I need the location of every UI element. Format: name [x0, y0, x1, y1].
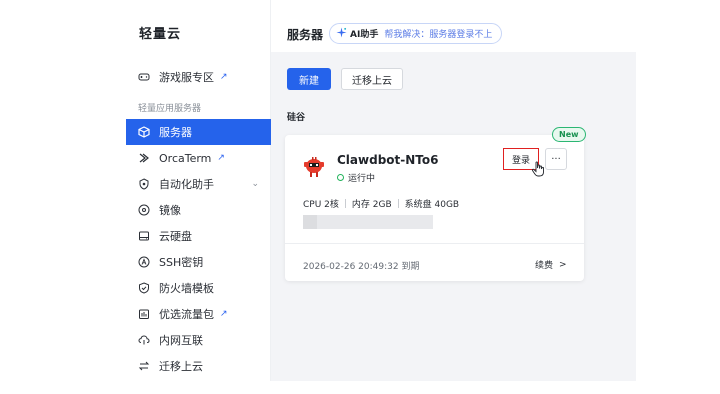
cube-icon	[138, 126, 150, 138]
network-icon	[138, 334, 150, 346]
disc-icon	[138, 204, 150, 216]
status-running-icon	[337, 174, 344, 181]
package-icon	[138, 308, 150, 320]
sidebar-item-label: 优选流量包	[159, 308, 214, 321]
redacted-ip	[303, 215, 433, 229]
key-icon	[138, 256, 150, 268]
ai-assistant-button[interactable]: AI助手 帮我解决：服务器登录不上	[329, 23, 503, 44]
spec-divider	[397, 199, 399, 208]
disk-icon	[138, 230, 150, 242]
redacted-ip-block	[303, 215, 317, 229]
region-label: 硅谷	[287, 113, 306, 123]
sidebar-item-game-servers[interactable]: 游戏服专区 ↗	[126, 64, 271, 90]
page-header: 服务器 AI助手 帮我解决：服务器登录不上	[271, 0, 636, 52]
sidebar-item-label: 游戏服专区	[159, 71, 214, 84]
new-server-button[interactable]: 新建	[287, 68, 331, 90]
sidebar-item-label: OrcaTerm	[159, 151, 212, 165]
instance-specs: CPU 2核 内存 2GB 系统盘 40GB	[303, 197, 459, 210]
sidebar-item-label: 云硬盘	[159, 230, 192, 243]
instance-card[interactable]: New Clawdbot-NTo6 运行中 登录 ··· CPU 2核 内存 2…	[285, 127, 586, 281]
sidebar-item-traffic-packages[interactable]: 优选流量包 ↗	[126, 301, 271, 327]
migrate-button[interactable]: 迁移上云	[341, 68, 403, 90]
ai-assistant-label: AI助手	[350, 30, 379, 40]
sidebar-item-cloud-disk[interactable]: 云硬盘	[126, 223, 271, 249]
sidebar-item-migrate[interactable]: 迁移上云	[126, 353, 271, 379]
sidebar-item-label: 迁移上云	[159, 360, 203, 373]
main-content: 服务器 AI助手 帮我解决：服务器登录不上 新建 迁移上云 硅谷 New Cla…	[271, 0, 636, 381]
sidebar-item-label: 防火墙模板	[159, 282, 214, 295]
page-title: 服务器	[287, 28, 324, 42]
sidebar-item-label: 自动化助手	[159, 178, 214, 191]
status-text: 运行中	[348, 174, 376, 184]
sidebar-item-automation[interactable]: 自动化助手 ⌄	[126, 171, 271, 197]
sidebar-item-label: 服务器	[159, 126, 192, 139]
lobster-mascot-icon	[301, 153, 327, 181]
migrate-icon	[138, 360, 150, 372]
sidebar-item-images[interactable]: 镜像	[126, 197, 271, 223]
spec-cpu: CPU 2核	[303, 200, 339, 210]
sidebar-item-orcaterm[interactable]: OrcaTerm ↗	[126, 145, 271, 171]
sidebar-item-label: 内网互联	[159, 334, 203, 347]
sidebar-item-firewall-templates[interactable]: 防火墙模板	[126, 275, 271, 301]
shield-icon	[138, 282, 150, 294]
sidebar-item-intranet-interconnect[interactable]: 内网互联	[126, 327, 271, 353]
nav-group-label: 轻量应用服务器	[138, 104, 202, 114]
more-actions-button[interactable]: ···	[545, 148, 567, 170]
sidebar-item-label: SSH密钥	[159, 256, 204, 269]
brand-title: 轻量云	[139, 27, 182, 42]
renew-label: 续费	[535, 261, 554, 271]
spec-divider	[344, 199, 346, 208]
sidebar-item-servers[interactable]: 服务器	[126, 119, 271, 145]
sidebar: 轻量云 游戏服专区 ↗ 轻量应用服务器 服务器 OrcaTerm ↗ 自动化助手…	[126, 0, 271, 381]
hand-cursor-icon	[531, 161, 545, 181]
instance-name[interactable]: Clawdbot-NTo6	[337, 153, 438, 167]
spec-memory: 内存 2GB	[351, 200, 392, 210]
spec-disk: 系统盘 40GB	[404, 200, 460, 210]
renew-link[interactable]: 续费 >	[535, 258, 567, 272]
automation-icon	[138, 178, 150, 190]
chevron-right-icon: >	[559, 259, 567, 270]
ai-assistant-hint[interactable]: 帮我解决：服务器登录不上	[384, 27, 492, 40]
chevron-down-icon: ⌄	[251, 179, 259, 189]
card-divider	[285, 243, 584, 244]
instance-status: 运行中	[337, 171, 375, 184]
external-link-icon: ↗	[220, 72, 228, 82]
expiry-date: 2026-02-26 20:49:32 到期	[303, 262, 420, 272]
terminal-icon	[138, 152, 150, 164]
sidebar-item-label: 镜像	[159, 204, 181, 217]
new-badge: New	[552, 127, 586, 142]
external-link-icon: ↗	[220, 309, 228, 319]
external-link-icon: ↗	[217, 153, 225, 163]
gamepad-icon	[138, 71, 150, 83]
sparkle-icon	[336, 26, 347, 41]
sidebar-item-ssh-keys[interactable]: SSH密钥	[126, 249, 271, 275]
